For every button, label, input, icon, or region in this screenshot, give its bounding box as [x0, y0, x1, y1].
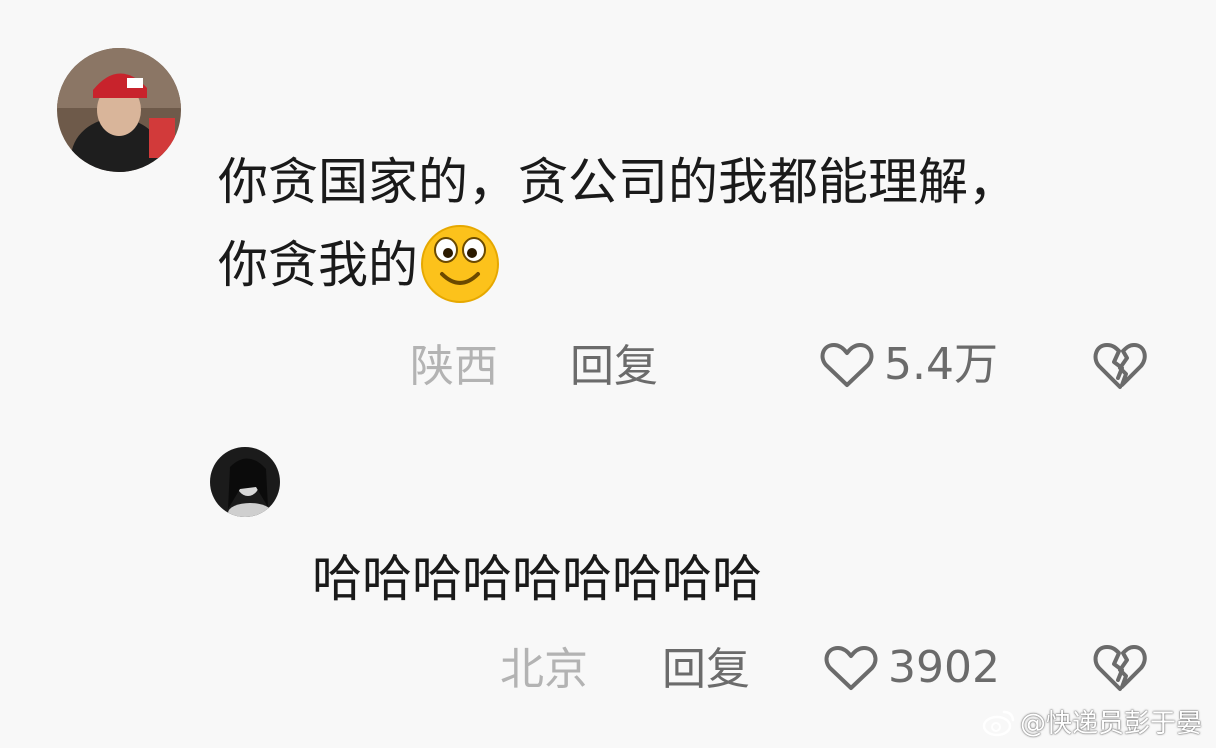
reply-location: 北京	[500, 644, 588, 695]
reply-button[interactable]: 回复	[570, 342, 658, 392]
comment-text: 你贪国家的，贪公司的我都能理解， 你贪我的	[218, 150, 1018, 304]
broken-heart-icon	[1093, 645, 1147, 691]
comment-text-line: 你贪我的	[218, 220, 1018, 304]
broken-heart-icon	[1093, 343, 1147, 389]
smile-emoji-icon	[421, 225, 499, 303]
reply-avatar[interactable]	[210, 447, 280, 517]
like-count: 5.4万	[884, 339, 998, 390]
comment-text-fragment: 你贪我的	[218, 236, 418, 294]
reply-button[interactable]: 回复	[662, 645, 750, 695]
heart-outline-icon	[824, 646, 878, 690]
like-count: 3902	[888, 642, 1000, 693]
dislike-button[interactable]	[1092, 340, 1148, 392]
comment-avatar[interactable]	[57, 48, 181, 172]
comment-location: 陕西	[410, 341, 498, 392]
weibo-logo-icon	[982, 710, 1015, 736]
like-button[interactable]: 3902	[824, 643, 1000, 693]
watermark-text: @快递员彭于晏	[1019, 709, 1202, 739]
like-button[interactable]: 5.4万	[820, 340, 998, 390]
comment-text-line: 你贪国家的，贪公司的我都能理解，	[218, 153, 1018, 211]
heart-outline-icon	[820, 343, 874, 387]
watermark: @快递员彭于晏	[982, 703, 1202, 740]
reply-text: 哈哈哈哈哈哈哈哈哈	[312, 550, 762, 608]
dislike-button[interactable]	[1092, 642, 1148, 694]
